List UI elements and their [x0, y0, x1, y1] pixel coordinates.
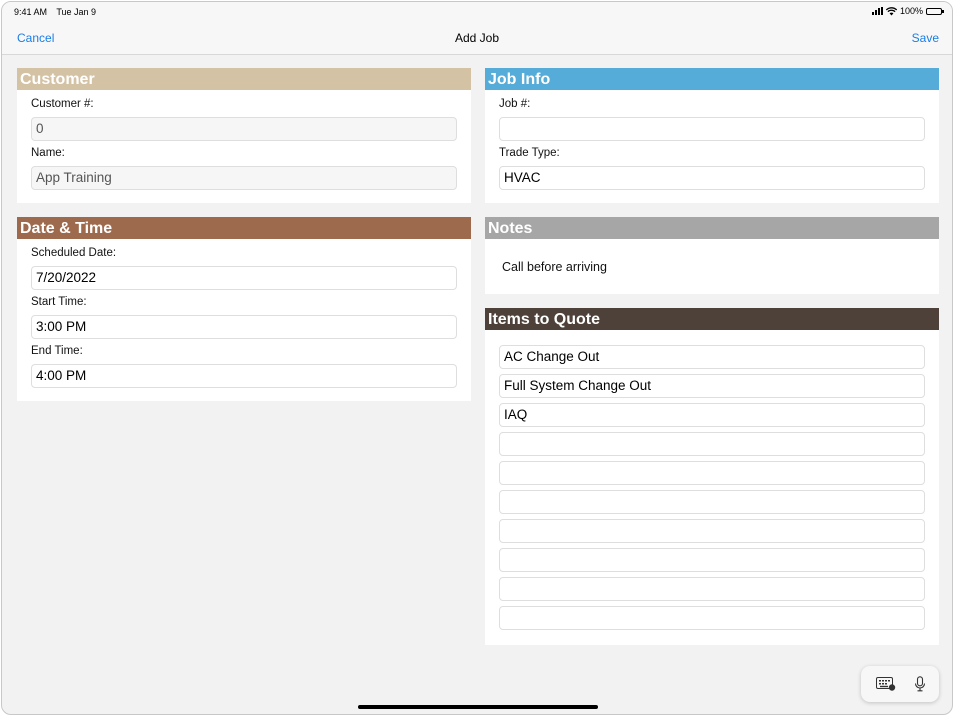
- ipad-screen: 9:41 AM Tue Jan 9 100% Cancel Add Job Sa…: [1, 1, 953, 715]
- page-title: Add Job: [454, 31, 500, 45]
- trade-type-field[interactable]: HVAC: [499, 166, 925, 190]
- items-to-quote-card: Items to Quote AC Change Out Full System…: [485, 308, 939, 645]
- items-to-quote-header: Items to Quote: [485, 308, 939, 330]
- status-date: Tue Jan 9: [56, 7, 97, 17]
- quote-item-field[interactable]: [499, 490, 925, 514]
- job-number-label: Job #:: [499, 98, 531, 110]
- cellular-signal-icon: [871, 7, 883, 15]
- battery-icon: [926, 7, 944, 15]
- date-time-header: Date & Time: [17, 217, 471, 239]
- quote-item-field[interactable]: [499, 548, 925, 572]
- microphone-icon[interactable]: [914, 676, 926, 692]
- status-bar: 9:41 AM Tue Jan 9 100%: [2, 2, 952, 22]
- end-time-field[interactable]: 4:00 PM: [31, 364, 457, 388]
- wifi-icon: [885, 6, 897, 15]
- end-time-label: End Time:: [31, 345, 83, 357]
- customer-header: Customer: [17, 68, 471, 90]
- status-right: 100%: [871, 6, 944, 16]
- job-number-field[interactable]: [499, 117, 925, 141]
- quote-item-field[interactable]: [499, 606, 925, 630]
- start-time-field[interactable]: 3:00 PM: [31, 315, 457, 339]
- quote-item-field[interactable]: Full System Change Out: [499, 374, 925, 398]
- quote-item-field[interactable]: IAQ: [499, 403, 925, 427]
- keyboard-icon[interactable]: [876, 677, 896, 691]
- save-button[interactable]: Save: [912, 31, 939, 45]
- keyboard-shortcut-bar: [861, 666, 939, 702]
- notes-text[interactable]: Call before arriving: [502, 260, 607, 274]
- customer-number-field[interactable]: 0: [31, 117, 457, 141]
- job-info-header: Job Info: [485, 68, 939, 90]
- scheduled-date-label: Scheduled Date:: [31, 247, 117, 259]
- date-time-card: Date & Time Scheduled Date: 7/20/2022 St…: [17, 217, 471, 401]
- customer-number-label: Customer #:: [31, 98, 94, 110]
- customer-card: Customer Customer #: 0 Name: App Trainin…: [17, 68, 471, 203]
- quote-item-field[interactable]: [499, 519, 925, 543]
- job-info-card: Job Info Job #: Trade Type: HVAC: [485, 68, 939, 203]
- battery-percent: 100%: [899, 6, 923, 16]
- trade-type-label: Trade Type:: [499, 147, 560, 159]
- quote-item-field[interactable]: AC Change Out: [499, 345, 925, 369]
- start-time-label: Start Time:: [31, 296, 87, 308]
- customer-name-field[interactable]: App Training: [31, 166, 457, 190]
- status-time: 9:41 AM: [14, 7, 48, 17]
- scheduled-date-field[interactable]: 7/20/2022: [31, 266, 457, 290]
- quote-item-field[interactable]: [499, 461, 925, 485]
- quote-item-field[interactable]: [499, 432, 925, 456]
- notes-header: Notes: [485, 217, 939, 239]
- status-left: 9:41 AM Tue Jan 9: [14, 7, 103, 17]
- customer-name-label: Name:: [31, 147, 65, 159]
- quote-item-field[interactable]: [499, 577, 925, 601]
- notes-card: Notes Call before arriving: [485, 217, 939, 294]
- navigation-bar: Cancel Add Job Save: [2, 22, 952, 55]
- home-indicator: [358, 705, 598, 709]
